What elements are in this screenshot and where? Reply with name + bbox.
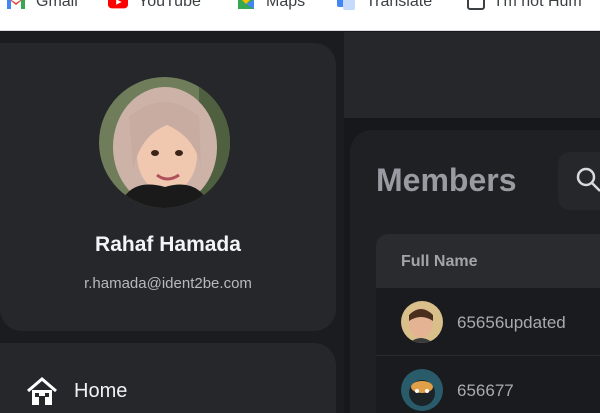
avatar-image: [99, 77, 230, 208]
search-icon: [576, 167, 600, 192]
bookmark-label: I'm not Hum: [496, 0, 582, 10]
maps-icon: [238, 0, 254, 9]
checkbox-icon: [467, 0, 485, 10]
bookmark-captcha[interactable]: I'm not Hum: [466, 0, 582, 13]
members-table: Full Name 65656updated 656677: [376, 234, 600, 413]
bookmark-gmail[interactable]: Gmail: [6, 0, 78, 13]
full-name-cell: 656677: [457, 381, 514, 400]
home-icon: [27, 377, 57, 405]
youtube-icon: [108, 0, 128, 9]
avatar: [401, 301, 443, 343]
bookmark-label: YouTube: [138, 0, 201, 10]
bookmark-translate[interactable]: Translate: [336, 0, 432, 13]
sidebar-item-home[interactable]: Home: [26, 374, 127, 408]
top-header: [344, 32, 600, 118]
bookmark-label: Gmail: [36, 0, 78, 10]
table-row[interactable]: 65656updated: [376, 288, 600, 356]
bookmark-youtube[interactable]: YouTube: [108, 0, 201, 13]
bookmark-maps[interactable]: Maps: [236, 0, 305, 13]
profile-email: r.hamada@ident2be.com: [84, 275, 252, 292]
profile-name: Rahaf Hamada: [95, 233, 241, 256]
gmail-icon: [7, 0, 25, 9]
page-title: Members: [376, 162, 517, 198]
translate-icon: [337, 0, 355, 10]
avatar[interactable]: [99, 77, 230, 208]
column-header-full-name[interactable]: Full Name: [401, 253, 477, 271]
full-name-cell: 65656updated: [457, 313, 566, 332]
bookmark-label: Maps: [266, 0, 306, 10]
avatar: [401, 369, 443, 411]
table-header: Full Name: [376, 234, 600, 288]
table-row[interactable]: 656677: [376, 356, 600, 413]
bookmark-label: Translate: [366, 0, 433, 10]
bookmarks-bar: Gmail YouTube Maps Translate I'm not Hum: [0, 0, 600, 31]
sidebar-item-label: Home: [74, 379, 128, 402]
